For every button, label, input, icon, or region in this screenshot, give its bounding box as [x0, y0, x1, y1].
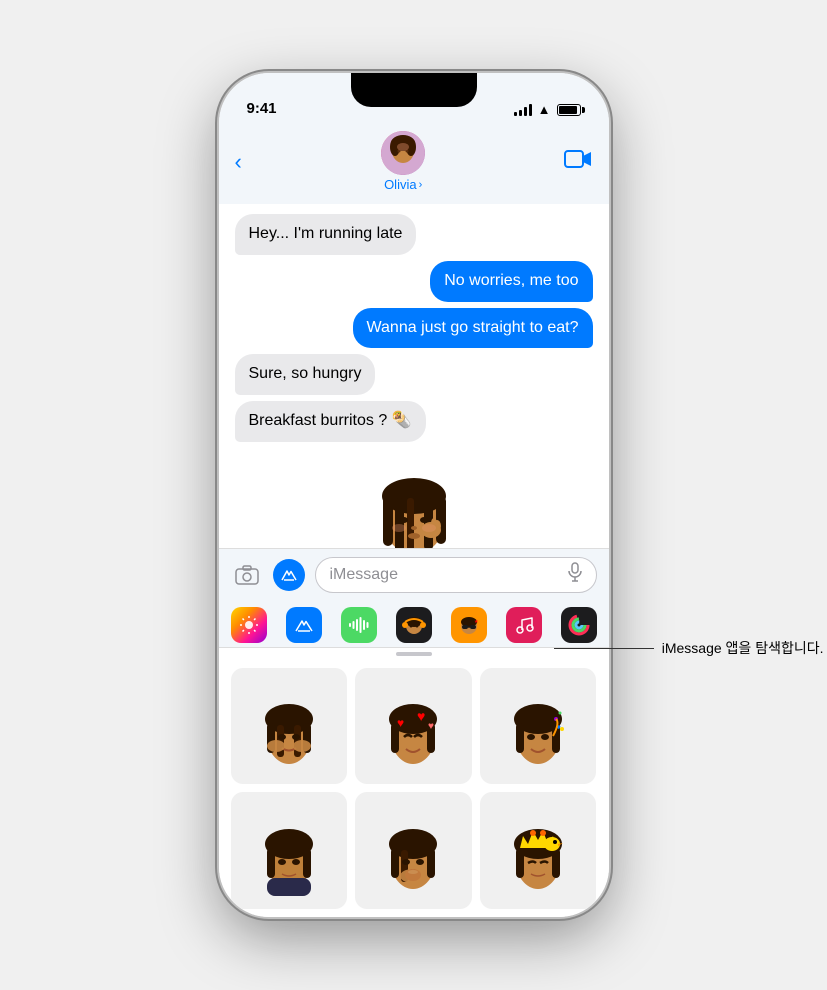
message-bubble: Sure, so hungry: [235, 354, 376, 395]
svg-text:♥: ♥: [428, 721, 434, 732]
tray-icon-memoji[interactable]: [396, 607, 432, 643]
tray-icon-photos[interactable]: [231, 607, 267, 643]
svg-text:♥: ♥: [397, 716, 404, 730]
memoji-grid: ♥ ♥ ♥: [219, 660, 609, 917]
svg-text:★: ★: [474, 619, 479, 625]
tray-divider: [219, 652, 609, 656]
status-icons: ▲: [514, 102, 581, 117]
tray-icon-animoji2[interactable]: ★: [451, 607, 487, 643]
mic-button[interactable]: [568, 562, 582, 587]
input-area: iMessage: [219, 548, 609, 601]
status-time: 9:41: [247, 100, 277, 117]
notch: [351, 73, 477, 107]
message-input[interactable]: iMessage: [315, 557, 597, 593]
message-row: Wanna just go straight to eat?: [235, 308, 593, 349]
app-tray: ★: [219, 601, 609, 648]
contact-name[interactable]: Olivia ›: [384, 177, 422, 192]
input-placeholder: iMessage: [330, 566, 398, 584]
memoji-sticker-area: [235, 448, 593, 548]
memoji-cell-5[interactable]: [355, 792, 472, 909]
contact-info[interactable]: Olivia ›: [381, 131, 425, 192]
tray-icon-music[interactable]: [506, 607, 542, 643]
avatar: [381, 131, 425, 175]
phone-frame: 9:41 ▲ ‹: [219, 73, 609, 917]
messages-area: Hey... I'm running late No worries, me t…: [219, 204, 609, 548]
camera-button[interactable]: [231, 559, 263, 591]
svg-text:♥: ♥: [417, 708, 425, 724]
chevron-down-icon: ›: [419, 179, 423, 191]
message-row: Sure, so hungry: [235, 354, 593, 395]
annotation-line: [554, 648, 654, 649]
message-bubble: Breakfast burritos ? 🌯: [235, 401, 426, 442]
annotation: iMessage 앱을 탐색합니다.: [554, 638, 824, 658]
memoji-cell-6[interactable]: [480, 792, 597, 909]
wifi-icon: ▲: [538, 102, 551, 117]
memoji-cell-1[interactable]: [231, 668, 348, 785]
message-row: Hey... I'm running late: [235, 214, 593, 255]
chat-header: ‹: [219, 123, 609, 204]
message-bubble: Hey... I'm running late: [235, 214, 417, 255]
status-bar: 9:41 ▲: [219, 73, 609, 123]
message-bubble: Wanna just go straight to eat?: [353, 308, 593, 349]
memoji-cell-3[interactable]: [480, 668, 597, 785]
battery-icon: [557, 104, 581, 116]
memoji-cell-4[interactable]: [231, 792, 348, 909]
back-button[interactable]: ‹: [235, 149, 242, 175]
message-row: No worries, me too: [235, 261, 593, 302]
message-row: Breakfast burritos ? 🌯: [235, 401, 593, 442]
chevron-left-icon: ‹: [235, 149, 242, 175]
tray-handle: [396, 652, 432, 656]
signal-bars: [514, 104, 532, 116]
video-call-button[interactable]: [564, 149, 592, 175]
app-store-button[interactable]: [273, 559, 305, 591]
memoji-cell-2[interactable]: ♥ ♥ ♥: [355, 668, 472, 785]
annotation-text: iMessage 앱을 탐색합니다.: [662, 638, 824, 658]
message-bubble: No worries, me too: [430, 261, 592, 302]
tray-icon-audio[interactable]: [341, 607, 377, 643]
tray-icon-appstore[interactable]: [286, 607, 322, 643]
messages-list: Hey... I'm running late No worries, me t…: [219, 204, 609, 548]
